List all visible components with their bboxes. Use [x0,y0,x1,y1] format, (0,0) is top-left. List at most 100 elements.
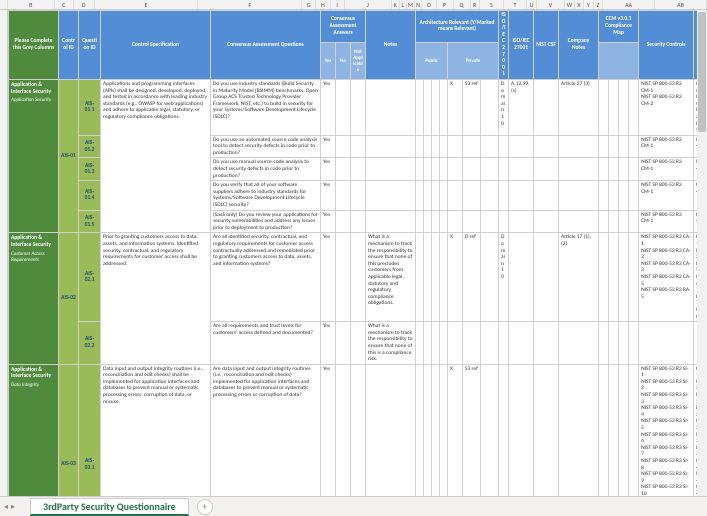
sheet-tab-active[interactable]: 3rdParty Security Questionnaire [30,498,189,516]
iso-cell-2[interactable] [509,135,534,158]
no-cell[interactable] [336,181,351,210]
ccm-cell[interactable] [619,233,629,322]
header-nistsf[interactable]: NIST CSF [534,11,559,80]
arch-cell[interactable] [424,79,432,135]
arch-cell-2[interactable] [481,181,499,210]
arch-cell[interactable] [416,79,424,135]
ccm-cell[interactable] [599,181,609,210]
nist-cell[interactable] [534,364,559,496]
yes-cell[interactable]: Yes [321,79,336,135]
header-iso-2[interactable]: ISO/IEC 27001 [509,11,534,80]
ccm-cell[interactable] [619,79,629,135]
arch-cell[interactable] [424,210,432,233]
arch-cell[interactable] [432,364,440,496]
arch-ref-cell[interactable]: S3 ref [463,79,481,135]
yes-cell[interactable]: Yes [321,210,336,233]
yes-cell[interactable]: Yes [321,181,336,210]
na-cell[interactable] [351,210,366,233]
ccm-cell[interactable] [629,233,639,322]
arch-cell-2[interactable] [481,233,499,322]
arch-cell[interactable] [440,158,448,181]
arch-x-cell[interactable] [448,322,463,365]
arch-ref-cell[interactable] [463,158,481,181]
table-row[interactable]: Application & Interface SecurityCustomer… [9,233,707,322]
arch-cell-2[interactable] [481,158,499,181]
ccm-cell[interactable] [619,364,629,496]
arch-cell-2[interactable] [481,135,499,158]
arch-cell[interactable] [416,364,424,496]
arch-cell[interactable] [424,322,432,365]
yes-cell[interactable]: Yes [321,364,336,496]
company-cell[interactable] [559,322,599,365]
nist-cell[interactable] [534,158,559,181]
header-no[interactable]: No [336,42,351,79]
prev-sheet-icon[interactable]: ◂ [4,502,8,512]
control-spec-cell[interactable]: Prior to granting customers access to da… [101,233,211,364]
question-id-cell[interactable]: AIS-01.5 [79,210,101,233]
category-cell[interactable]: Application & Interface SecurityData Int… [9,364,59,496]
question-cell[interactable]: Are data input and output integrity rout… [211,364,321,496]
arch-x-cell[interactable]: X [448,364,463,496]
iso-cell-2[interactable] [509,210,534,233]
question-cell[interactable]: (SaaS only) Do you review your applicati… [211,210,321,233]
nist-cell[interactable] [534,135,559,158]
header-isoiec[interactable]: ISO/IEC 27001 [499,11,509,80]
nist-cell[interactable] [534,181,559,210]
column-headers[interactable]: B C D E F G H I J K L M N O P Q R S T U … [0,0,707,10]
arch-cell[interactable] [440,181,448,210]
header-please-complete[interactable]: Please Complete this Grey Columns [9,11,59,80]
table-row[interactable]: Application & Interface SecurityApplicat… [9,79,707,135]
arch-cell[interactable] [440,364,448,496]
question-id-cell[interactable]: AIS-02.2 [79,322,101,365]
ccm-cell[interactable] [619,210,629,233]
no-cell[interactable] [336,233,351,322]
ccm-cell[interactable] [629,135,639,158]
iso-cell[interactable]: Domain 10 [499,233,509,322]
question-id-cell[interactable]: AIS-01.2 [79,135,101,158]
no-cell[interactable] [336,158,351,181]
map1-cell[interactable]: NIST SP 800-53 R3 SI-1 NIST SP 800-53 R3… [639,364,694,496]
arch-cell[interactable] [432,79,440,135]
no-cell[interactable] [336,135,351,158]
control-spec-cell[interactable]: Applications and programming interfaces … [101,79,211,232]
arch-cell[interactable] [440,135,448,158]
ccm-cell[interactable] [629,181,639,210]
ccm-cell[interactable] [599,322,609,365]
arch-cell[interactable] [424,158,432,181]
arch-cell[interactable] [432,158,440,181]
header-notes[interactable]: Notes [366,11,416,80]
ccm-cell[interactable] [629,322,639,365]
arch-cell[interactable] [440,79,448,135]
ccm-cell[interactable] [609,79,619,135]
company-cell[interactable] [559,210,599,233]
notes-cell[interactable] [366,158,416,181]
ccm-cell[interactable] [599,364,609,496]
question-id-cell[interactable]: AIS-02.1 [79,233,101,322]
na-cell[interactable] [351,322,366,365]
iso-cell-2[interactable] [509,181,534,210]
iso-cell[interactable] [499,322,509,365]
iso-cell[interactable] [499,364,509,496]
header-arch-rel[interactable]: Architecture Relevant (Y/Marked means Re… [416,11,499,43]
category-cell[interactable]: Application & Interface SecurityCustomer… [9,233,59,364]
question-cell[interactable]: Do you use industry standards (Build Sec… [211,79,321,135]
question-id-cell[interactable]: AIS-01.4 [79,181,101,210]
ccm-cell[interactable] [599,158,609,181]
company-cell[interactable] [559,364,599,496]
nist-cell[interactable] [534,79,559,135]
header-company[interactable]: Company Notes [559,11,599,80]
map1-cell[interactable]: NIST SP 800-53 R3 CM-1 NIST SP 800-53 R3… [639,79,694,135]
arch-cell[interactable] [432,210,440,233]
na-cell[interactable] [351,181,366,210]
map1-cell[interactable]: NIST SP 800-53 R3 CA-1 NIST SP 800-53 R3… [639,233,694,322]
arch-cell-2[interactable] [481,322,499,365]
notes-cell[interactable]: What is a mechanism to track the respons… [366,233,416,322]
arch-cell[interactable] [432,181,440,210]
company-cell[interactable]: Article 17 (1), (2) [559,233,599,322]
notes-cell[interactable] [366,364,416,496]
ccm-cell[interactable] [609,181,619,210]
arch-cell[interactable] [440,233,448,322]
control-id-cell[interactable]: AIS-02 [59,233,79,364]
yes-cell[interactable]: Yes [321,233,336,322]
arch-cell[interactable] [440,322,448,365]
